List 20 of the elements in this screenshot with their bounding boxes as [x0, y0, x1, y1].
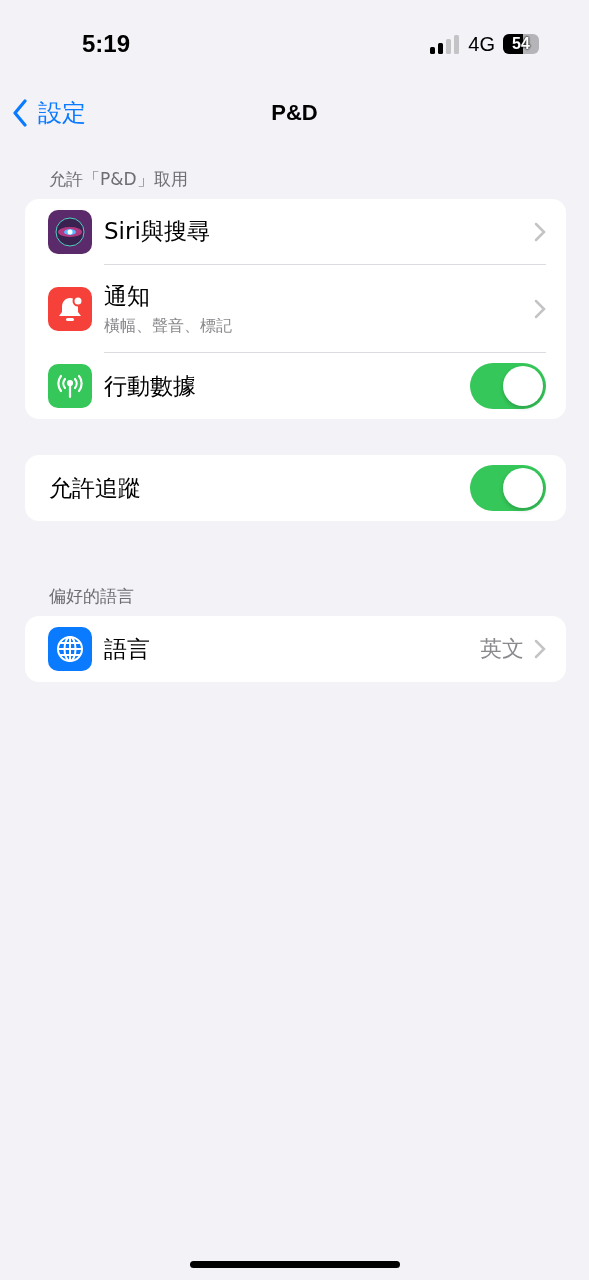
page-title: P&D: [271, 100, 318, 126]
row-title: 允許追蹤: [49, 473, 142, 503]
signal-icon: [430, 34, 461, 54]
chevron-icon: [534, 298, 546, 319]
row-title[interactable]: 通知: [104, 280, 524, 312]
row-title[interactable]: Siri與搜尋: [104, 216, 524, 247]
toggle-switch[interactable]: [470, 465, 546, 511]
chevron-icon: [534, 639, 546, 659]
row-value: 英文: [480, 635, 524, 663]
status-time: 5:19: [82, 30, 131, 58]
section-header: 偏好的語言: [48, 585, 135, 608]
row-title: 行動數據: [104, 371, 197, 401]
network-label: 4G: [468, 32, 495, 56]
toggle-switch[interactable]: [470, 363, 546, 409]
chevron-icon: [534, 221, 546, 242]
section-header: 允許「P&D」取用: [48, 168, 189, 191]
back-chevron-icon[interactable]: [12, 99, 28, 127]
row-subtitle: 橫幅、聲音、標記: [104, 315, 233, 337]
row-title[interactable]: 語言: [104, 633, 470, 665]
back-button[interactable]: 設定: [12, 97, 86, 129]
